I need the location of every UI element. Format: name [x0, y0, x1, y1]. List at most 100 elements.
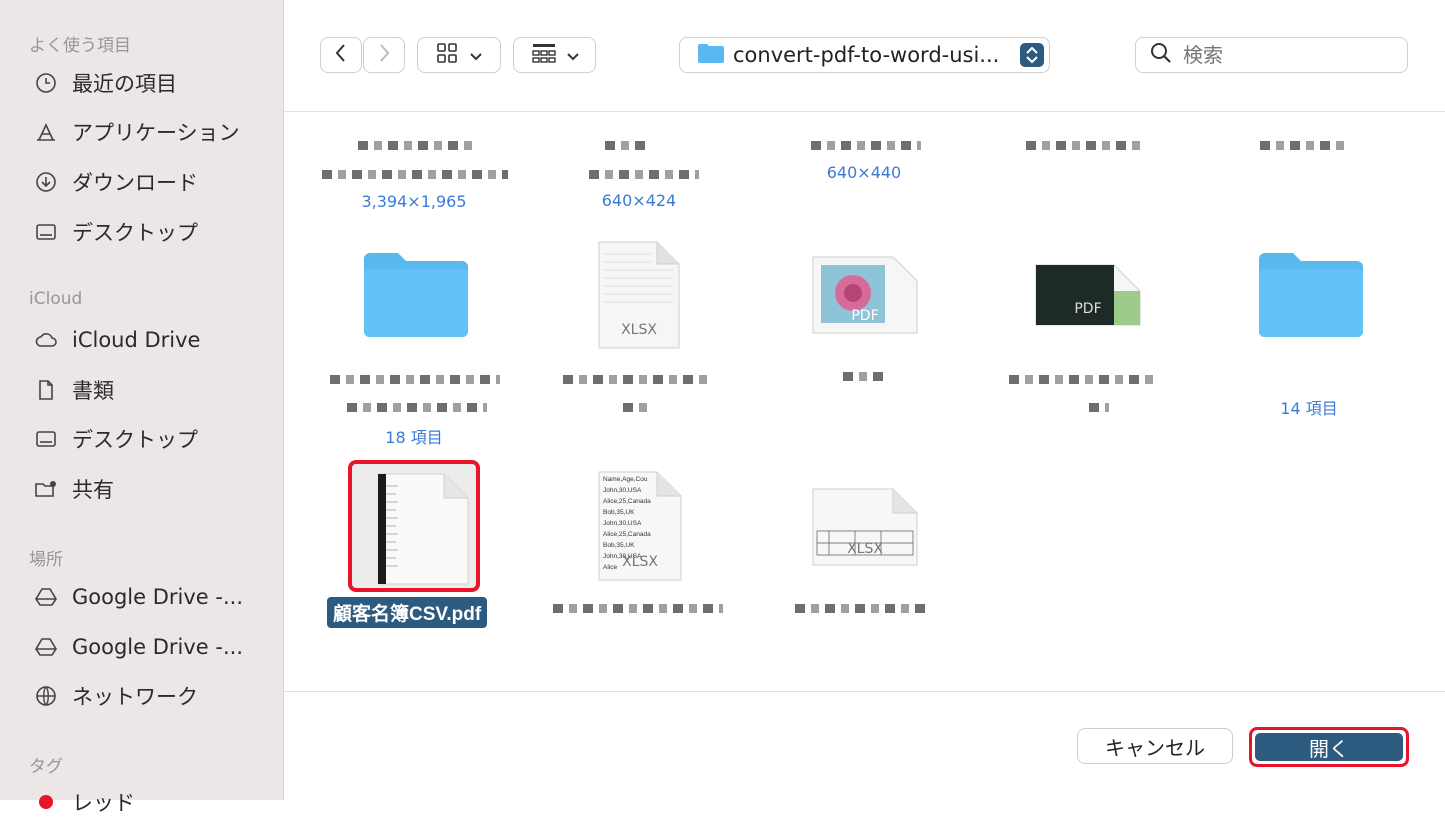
back-button[interactable] [320, 37, 362, 73]
image-dimensions: 640×440 [826, 163, 902, 182]
toolbar: convert-pdf-to-word-usi... [284, 0, 1445, 112]
sidebar-item-network[interactable]: ネットワーク [32, 678, 198, 714]
pdf-file-item[interactable]: PDF [1034, 263, 1142, 331]
sidebar-item-desktop[interactable]: デスクトップ [32, 214, 198, 250]
csv-line: Name,Age,Cou [603, 476, 648, 483]
sidebar-item-documents[interactable]: 書類 [32, 372, 114, 408]
sidebar-item-google-drive-1[interactable]: Google Drive -... [32, 579, 243, 615]
popup-stepper-icon [1020, 43, 1044, 71]
selected-filename[interactable]: 顧客名簿CSV.pdf [327, 597, 488, 628]
sidebar-item-icloud-drive[interactable]: iCloud Drive [32, 322, 200, 358]
folder-icon [362, 253, 470, 345]
sidebar-item-label: ネットワーク [72, 685, 198, 709]
places-section-title: 場所 [29, 550, 63, 570]
group-icon [531, 42, 557, 68]
sidebar-item-tag-red[interactable]: レッド [32, 784, 135, 820]
sidebar-item-google-drive-2[interactable]: Google Drive -... [32, 629, 243, 665]
blurred-filename [322, 170, 508, 179]
view-mode-button[interactable] [417, 37, 501, 73]
folder-item[interactable] [362, 249, 470, 345]
xlsx-label: XLSX [621, 322, 657, 338]
folder-icon [697, 42, 725, 68]
sidebar-item-icloud-desktop[interactable]: デスクトップ [32, 421, 198, 457]
csv-xlsx-file-item[interactable]: Name,Age,Cou John,30,USA Alice,25,Canada… [597, 470, 683, 586]
clock-icon [32, 69, 60, 97]
blurred-filename [843, 372, 883, 381]
download-icon [32, 168, 60, 196]
folder-item[interactable] [1257, 249, 1365, 345]
blurred-filename [589, 170, 699, 179]
sidebar-item-label: 最近の項目 [72, 72, 177, 96]
blurred-filename [553, 604, 723, 613]
sidebar-item-label: デスクトップ [72, 428, 198, 452]
sidebar-item-label: 共有 [72, 478, 114, 502]
item-count: 14 項目 [1280, 399, 1338, 418]
path-popup[interactable]: convert-pdf-to-word-usi... [679, 37, 1050, 73]
csv-line: John,30,USA [603, 487, 642, 494]
chevron-left-icon [334, 43, 348, 67]
sidebar-item-label: アプリケーション [72, 121, 240, 145]
group-button[interactable] [513, 37, 596, 73]
blurred-filename [1089, 403, 1109, 412]
csv-line: John,30,USA [603, 520, 642, 527]
selected-file-highlight[interactable] [348, 460, 480, 592]
drive-icon [32, 633, 60, 661]
sidebar-item-recents[interactable]: 最近の項目 [32, 65, 177, 101]
csv-line: Bob,35,UK [603, 509, 635, 516]
search-input[interactable] [1181, 42, 1385, 68]
chevron-down-icon [470, 46, 482, 65]
blurred-filename [623, 403, 653, 412]
icloud-section-title: iCloud [29, 289, 83, 309]
xlsx-label: XLSX [622, 554, 658, 570]
open-button-label: 開く [1255, 733, 1403, 761]
sidebar: よく使う項目 最近の項目 アプリケーション ダウンロード デスクトップ iClo… [0, 0, 284, 815]
sidebar-item-label: Google Drive -... [72, 635, 243, 659]
search-icon [1149, 41, 1173, 69]
xlsx-file-item[interactable]: XLSX [597, 240, 681, 354]
cloud-icon [32, 326, 60, 354]
search-field[interactable] [1135, 37, 1408, 73]
sidebar-item-label: 書類 [72, 379, 114, 403]
item-count: 18 項目 [385, 428, 443, 447]
image-dimensions: 3,394×1,965 [361, 192, 467, 211]
sidebar-item-applications[interactable]: アプリケーション [32, 114, 240, 150]
desktop-icon [32, 218, 60, 246]
xlsx-file-item[interactable]: XLSX [811, 487, 919, 571]
sidebar-item-label: iCloud Drive [72, 328, 201, 352]
drive-icon [32, 583, 60, 611]
blurred-filename [330, 375, 500, 384]
path-label: convert-pdf-to-word-usi... [733, 43, 1000, 67]
shared-folder-icon [32, 475, 60, 503]
file-browser: convert-pdf-to-word-usi... 3,394×1,965 6… [284, 0, 1445, 800]
file-grid: 3,394×1,965 640×424 640×440 18 項目 XLSX P… [284, 112, 1445, 691]
folder-icon [1257, 253, 1365, 345]
blurred-filename [795, 604, 925, 613]
blurred-filename [1026, 141, 1144, 150]
document-icon [32, 376, 60, 404]
pdf-file-icon [378, 473, 469, 585]
xlsx-label: XLSX [847, 541, 883, 557]
chevron-right-icon [377, 43, 391, 67]
sidebar-item-label: デスクトップ [72, 221, 198, 245]
red-tag-icon [32, 788, 60, 816]
blurred-filename [605, 141, 650, 150]
grid-view-icon [436, 42, 458, 68]
sidebar-item-shared[interactable]: 共有 [32, 471, 114, 507]
desktop-icon [32, 425, 60, 453]
sidebar-item-label: レッド [72, 791, 135, 815]
pdf-dark-thumbnail-icon [1035, 264, 1141, 326]
blurred-filename [563, 375, 713, 384]
tags-section-title: タグ [29, 757, 63, 777]
cancel-button[interactable]: キャンセル [1077, 728, 1233, 764]
pdf-label: PDF [851, 308, 879, 324]
blurred-filename [347, 403, 487, 412]
apps-icon [32, 118, 60, 146]
forward-button[interactable] [363, 37, 405, 73]
csv-line: Alice,25,Canada [603, 498, 651, 505]
sidebar-item-downloads[interactable]: ダウンロード [32, 164, 198, 200]
blurred-filename [811, 141, 921, 150]
image-dimensions: 640×424 [601, 191, 677, 210]
blurred-filename [1009, 375, 1154, 384]
pdf-file-item[interactable]: PDF [811, 255, 919, 339]
open-button[interactable]: 開く [1249, 727, 1409, 767]
